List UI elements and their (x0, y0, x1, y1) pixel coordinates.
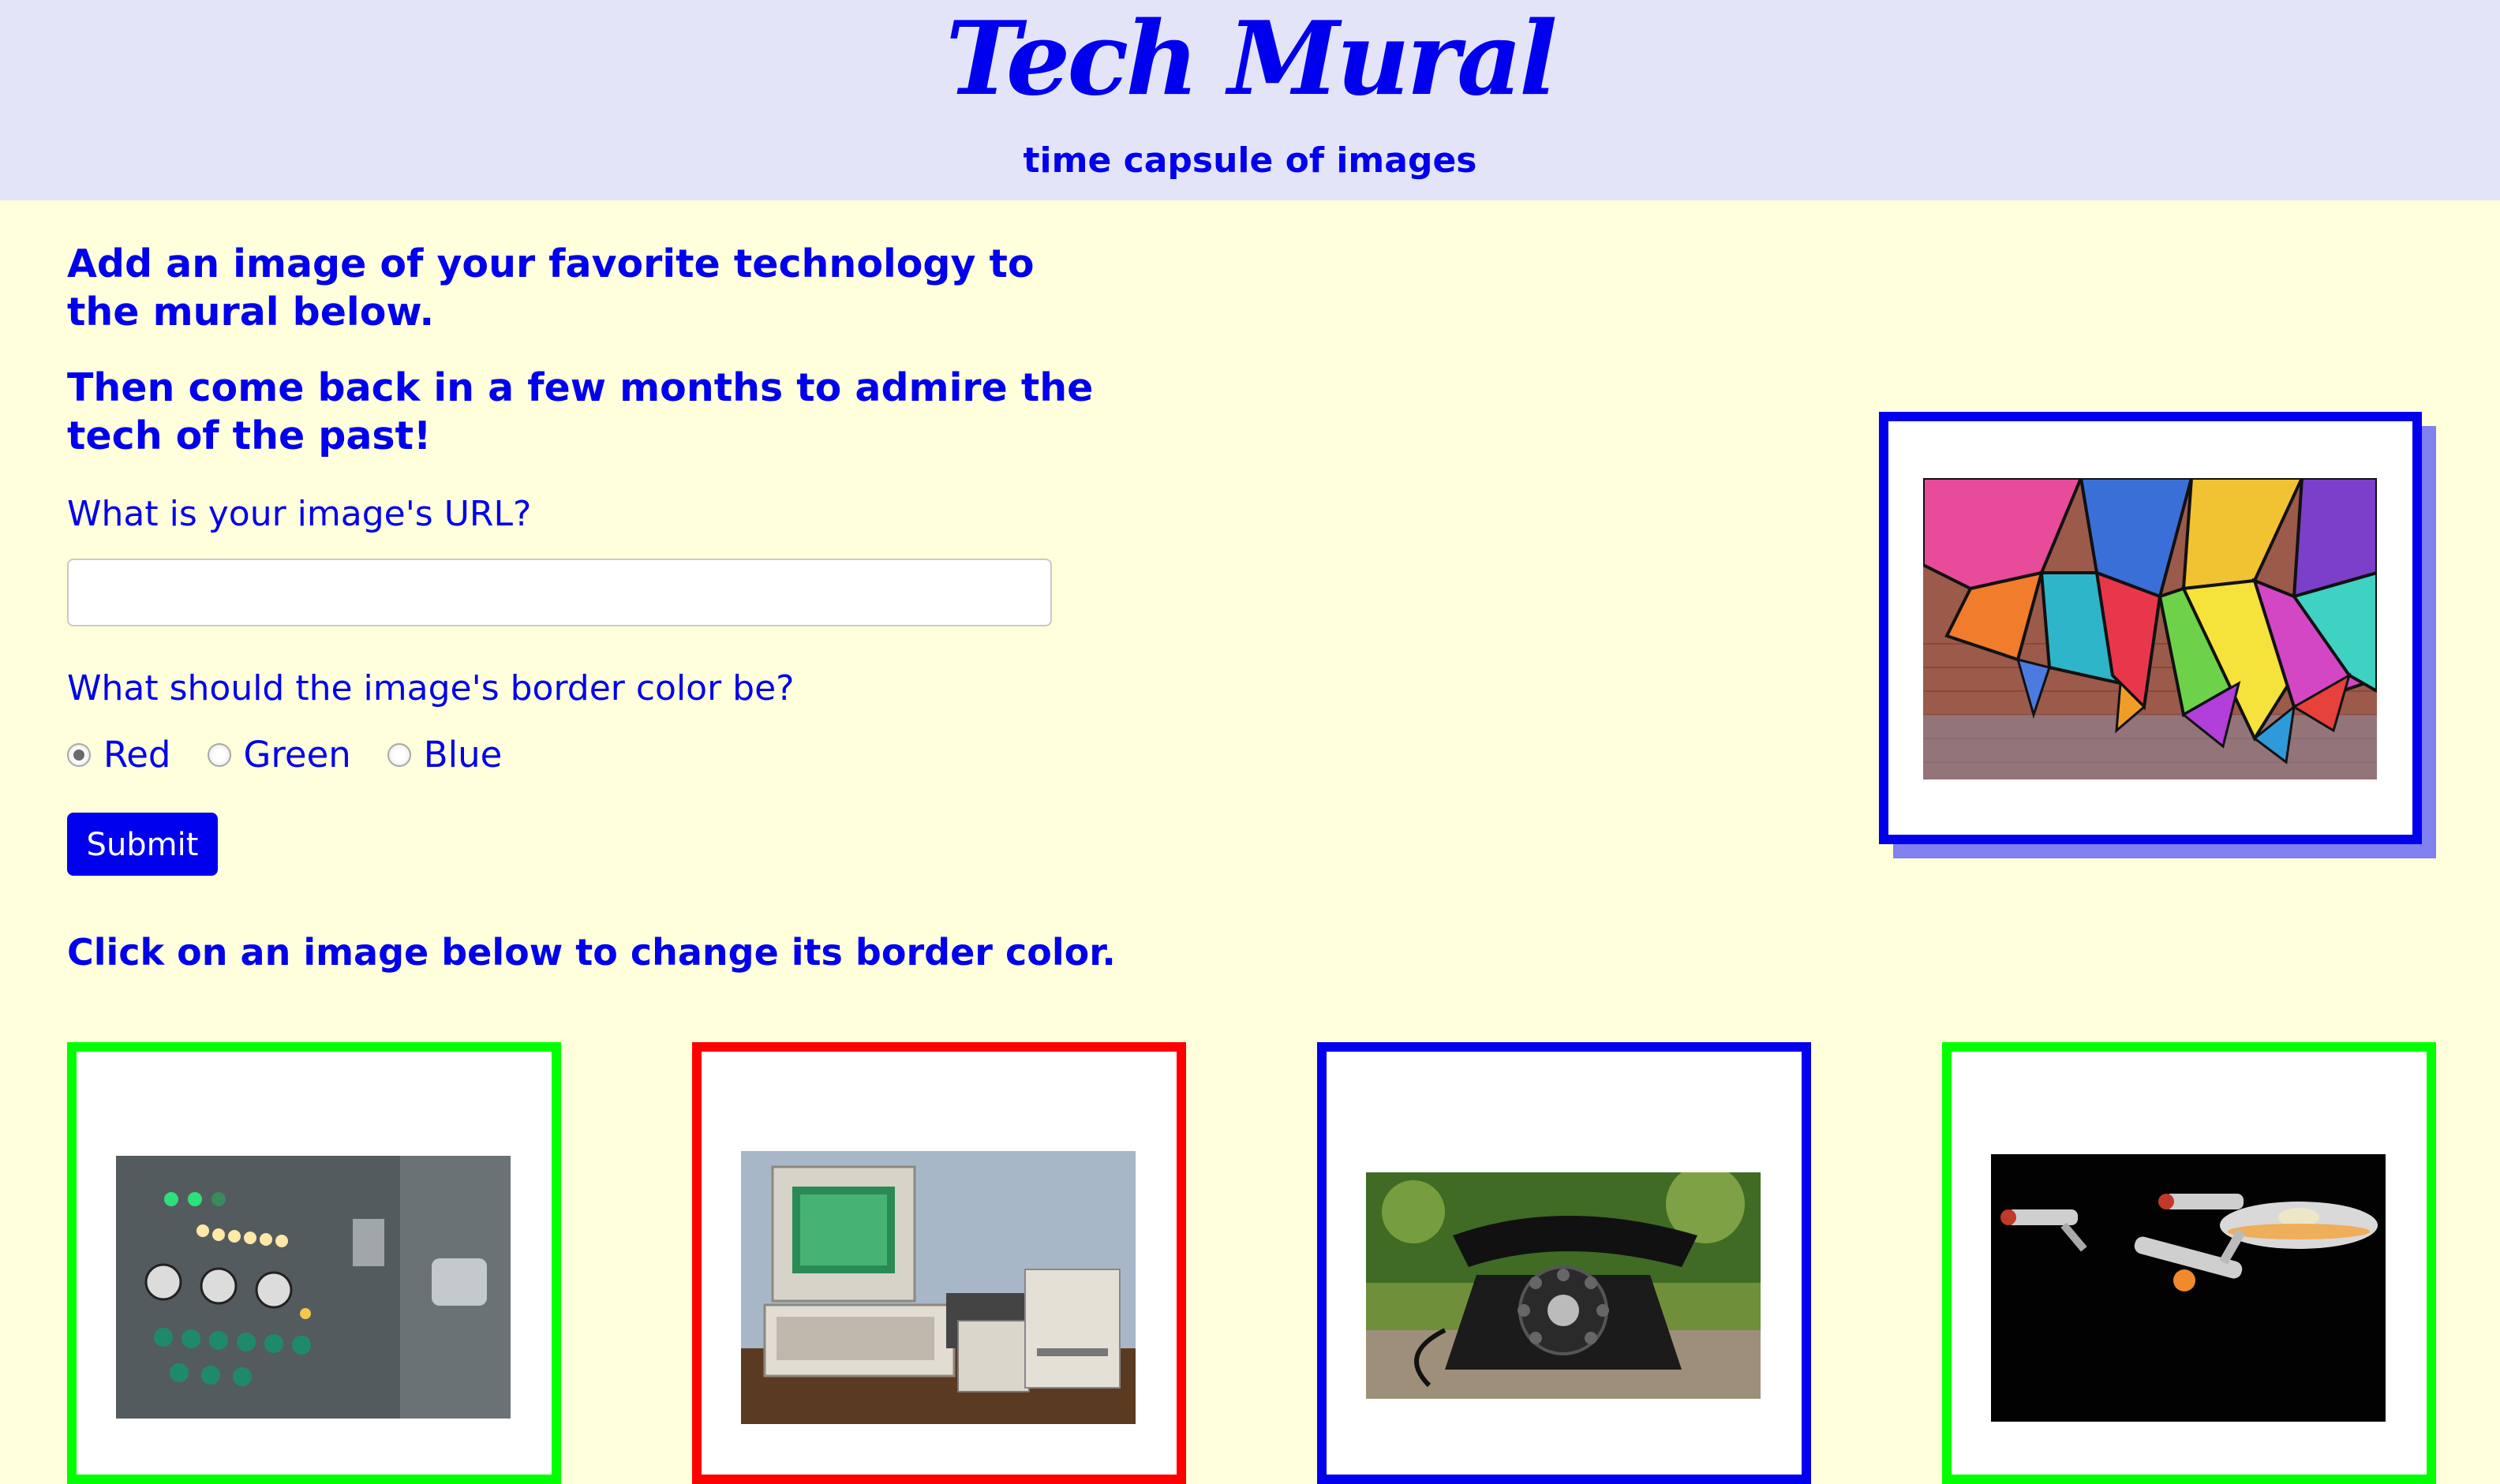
mural-card[interactable] (1317, 1042, 1811, 1484)
mural-card[interactable] (67, 1042, 561, 1484)
border-color-label: What should the image's border color be? (67, 668, 795, 708)
url-label: What is your image's URL? (67, 494, 532, 534)
url-input[interactable] (67, 559, 1052, 626)
mural-instruction: Click on an image below to change its bo… (67, 931, 1116, 974)
radio-label-blue[interactable]: Blue (424, 731, 503, 779)
site-title: Tech Mural (945, 0, 1557, 118)
radio-option-red[interactable]: Red (67, 731, 171, 779)
radio-button-blue[interactable] (387, 743, 411, 767)
control-panel-image[interactable] (116, 1156, 511, 1419)
intro-text: Add an image of your favorite technology… (67, 241, 1035, 335)
starship-image[interactable] (1991, 1154, 2386, 1422)
graffiti-preview-image (1923, 478, 2377, 779)
border-color-radio-group: Red Green Blue (67, 730, 538, 780)
radio-button-red[interactable] (67, 743, 91, 767)
radio-label-red[interactable]: Red (103, 731, 171, 779)
intro-text-2: Then come back in a few months to admire… (67, 365, 1094, 458)
mural-card[interactable] (692, 1042, 1186, 1484)
mural-card[interactable] (1942, 1042, 2436, 1484)
rotary-phone-image[interactable] (1366, 1172, 1761, 1399)
site-subtitle: time capsule of images (1023, 140, 1477, 181)
preview-frame (1879, 412, 2422, 844)
retro-computer-image[interactable] (741, 1151, 1136, 1424)
radio-option-blue[interactable]: Blue (387, 731, 503, 779)
site-header: Tech Mural time capsule of images (0, 0, 2500, 200)
radio-label-green[interactable]: Green (244, 731, 351, 779)
radio-option-green[interactable]: Green (207, 731, 351, 779)
submit-button[interactable]: Submit (67, 813, 218, 876)
radio-button-green[interactable] (207, 743, 231, 767)
